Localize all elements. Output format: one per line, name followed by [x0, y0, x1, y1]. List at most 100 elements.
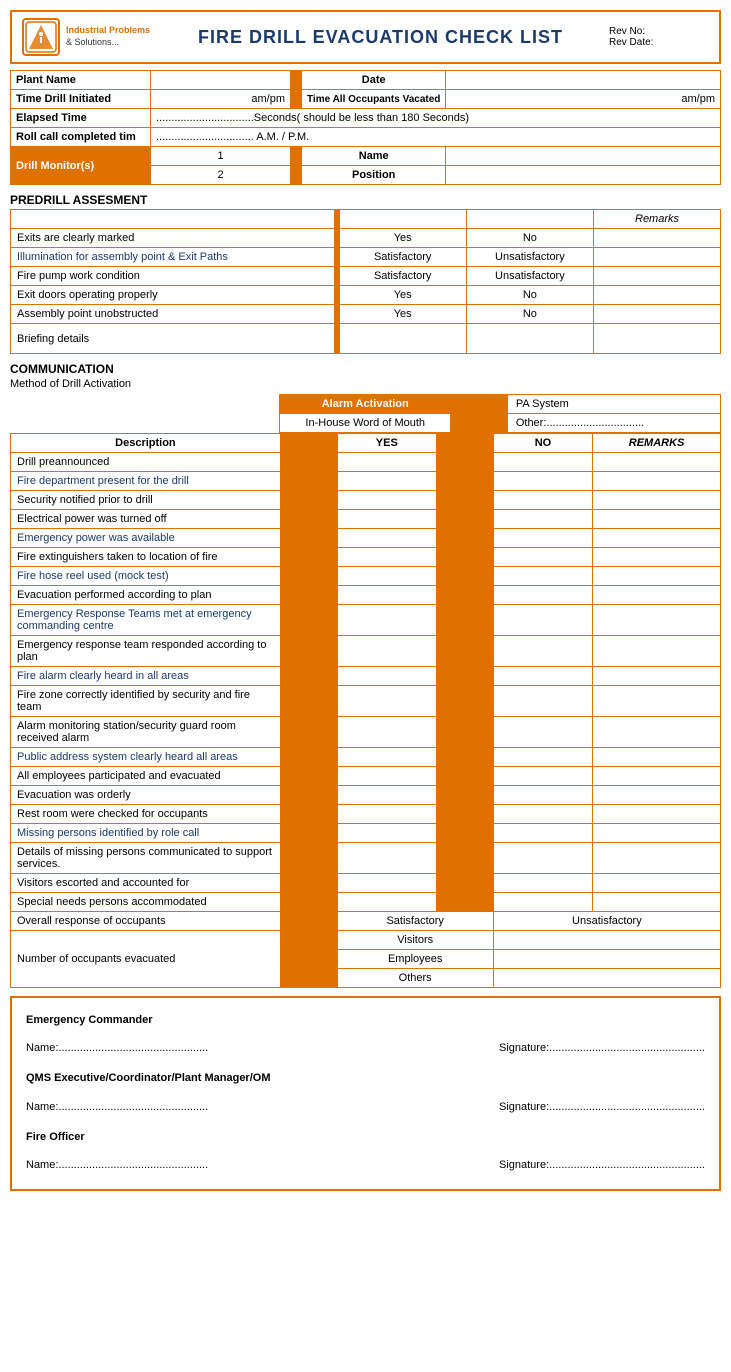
row-ert-resp-no[interactable] [493, 636, 592, 667]
row-restroom-no[interactable] [493, 805, 592, 824]
row-ert-met-rem[interactable] [593, 605, 721, 636]
predrill-pump-sat[interactable]: Satisfactory [339, 267, 466, 286]
row-fireext-yes[interactable] [337, 548, 436, 567]
predrill-briefing-c2[interactable] [466, 324, 593, 354]
monitor2-value[interactable] [446, 166, 721, 185]
monitor1-value[interactable] [446, 147, 721, 166]
row-firezone-yes[interactable] [337, 686, 436, 717]
row-ert-resp-yes[interactable] [337, 636, 436, 667]
row-missing-no[interactable] [493, 824, 592, 843]
ec-name[interactable]: Name:...................................… [26, 1036, 208, 1060]
row-evac-plan-no[interactable] [493, 586, 592, 605]
row-security-yes[interactable] [337, 491, 436, 510]
row-elec-rem[interactable] [593, 510, 721, 529]
row-emerpower-rem[interactable] [593, 529, 721, 548]
row-fireext-rem[interactable] [593, 548, 721, 567]
row-employees-count[interactable] [493, 950, 720, 969]
time-drill-value[interactable]: am/pm [151, 90, 291, 109]
row-hose-rem[interactable] [593, 567, 721, 586]
row-missing-yes[interactable] [337, 824, 436, 843]
row-firedept-no[interactable] [493, 472, 592, 491]
row-emerpower-yes[interactable] [337, 529, 436, 548]
qms-name[interactable]: Name:...................................… [26, 1095, 208, 1119]
row-hose-yes[interactable] [337, 567, 436, 586]
predrill-pump-unsat[interactable]: Unsatisfactory [466, 267, 593, 286]
row-alarm-mon-yes[interactable] [337, 717, 436, 748]
row-elec-no[interactable] [493, 510, 592, 529]
ec-sig[interactable]: Signature:..............................… [499, 1036, 705, 1060]
row-firedept-yes[interactable] [337, 472, 436, 491]
row-employees-rem[interactable] [593, 767, 721, 786]
row-firealarm-rem[interactable] [593, 667, 721, 686]
row-det-missing-yes[interactable] [337, 843, 436, 874]
row-elec-yes[interactable] [337, 510, 436, 529]
row-pa-no[interactable] [493, 748, 592, 767]
row-special-no[interactable] [493, 893, 592, 912]
row-visitors-count[interactable] [493, 931, 720, 950]
predrill-exits-yes[interactable]: Yes [339, 229, 466, 248]
row-fireext-no[interactable] [493, 548, 592, 567]
row-others-label[interactable]: Others [337, 969, 493, 988]
row-hose-no[interactable] [493, 567, 592, 586]
predrill-illum-remarks[interactable] [594, 248, 721, 267]
row-orderly-yes[interactable] [337, 786, 436, 805]
row-ert-met-yes[interactable] [337, 605, 436, 636]
row-others-count[interactable] [493, 969, 720, 988]
row-firedept-rem[interactable] [593, 472, 721, 491]
row-firealarm-yes[interactable] [337, 667, 436, 686]
row-det-missing-rem[interactable] [593, 843, 721, 874]
predrill-briefing-remarks[interactable] [594, 324, 721, 354]
row-restroom-rem[interactable] [593, 805, 721, 824]
predrill-assembly-remarks[interactable] [594, 305, 721, 324]
row-orderly-no[interactable] [493, 786, 592, 805]
row-det-missing-no[interactable] [493, 843, 592, 874]
predrill-exits-remarks[interactable] [594, 229, 721, 248]
row-firezone-rem[interactable] [593, 686, 721, 717]
row-overall-unsat[interactable]: Unsatisfactory [493, 912, 720, 931]
predrill-briefing-c1[interactable] [339, 324, 466, 354]
row-alarm-mon-no[interactable] [493, 717, 592, 748]
plant-name-value[interactable] [151, 71, 291, 90]
predrill-illum-sat[interactable]: Satisfactory [339, 248, 466, 267]
row-security-rem[interactable] [593, 491, 721, 510]
row-evac-plan-yes[interactable] [337, 586, 436, 605]
row-visitors-rem[interactable] [593, 874, 721, 893]
row-firezone-no[interactable] [493, 686, 592, 717]
row-emerpower-no[interactable] [493, 529, 592, 548]
row-alarm-mon-rem[interactable] [593, 717, 721, 748]
row-missing-rem[interactable] [593, 824, 721, 843]
predrill-illum-unsat[interactable]: Unsatisfactory [466, 248, 593, 267]
row-pa-yes[interactable] [337, 748, 436, 767]
predrill-pump-remarks[interactable] [594, 267, 721, 286]
row-restroom-yes[interactable] [337, 805, 436, 824]
predrill-assembly-yes[interactable]: Yes [339, 305, 466, 324]
row-visitors-no[interactable] [493, 874, 592, 893]
row-employees-no[interactable] [493, 767, 592, 786]
row-preannounced-yes[interactable] [337, 453, 436, 472]
row-preannounced-no[interactable] [493, 453, 592, 472]
time-vacated-value[interactable]: am/pm [446, 90, 721, 109]
row-ert-resp-rem[interactable] [593, 636, 721, 667]
predrill-exits-no[interactable]: No [466, 229, 593, 248]
predrill-exitdoors-no[interactable]: No [466, 286, 593, 305]
fo-sig[interactable]: Signature:..............................… [499, 1153, 705, 1177]
row-employees-yes[interactable] [337, 767, 436, 786]
row-special-rem[interactable] [593, 893, 721, 912]
row-visitors-label[interactable]: Visitors [337, 931, 493, 950]
row-evac-plan-rem[interactable] [593, 586, 721, 605]
row-preannounced-rem[interactable] [593, 453, 721, 472]
row-visitors-yes[interactable] [337, 874, 436, 893]
row-pa-rem[interactable] [593, 748, 721, 767]
row-ert-met-no[interactable] [493, 605, 592, 636]
row-security-no[interactable] [493, 491, 592, 510]
qms-sig[interactable]: Signature:..............................… [499, 1095, 705, 1119]
predrill-assembly-no[interactable]: No [466, 305, 593, 324]
date-value[interactable] [446, 71, 721, 90]
predrill-exitdoors-yes[interactable]: Yes [339, 286, 466, 305]
row-overall-sat[interactable]: Satisfactory [337, 912, 493, 931]
fo-name[interactable]: Name:...................................… [26, 1153, 208, 1177]
predrill-exitdoors-remarks[interactable] [594, 286, 721, 305]
row-special-yes[interactable] [337, 893, 436, 912]
row-orderly-rem[interactable] [593, 786, 721, 805]
row-firealarm-no[interactable] [493, 667, 592, 686]
